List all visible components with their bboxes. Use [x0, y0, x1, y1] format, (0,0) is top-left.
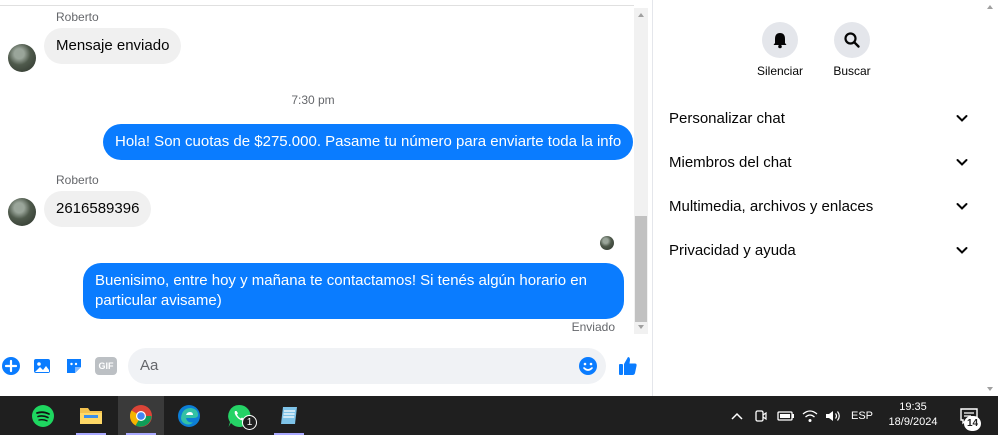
language-indicator[interactable]: ESP [848, 396, 876, 435]
time-divider: 7:30 pm [291, 93, 335, 107]
search-button[interactable] [834, 22, 870, 58]
message-outgoing[interactable]: Buenisimo, entre hoy y mañana te contact… [83, 263, 624, 319]
menu-customize-chat[interactable]: Personalizar chat [669, 96, 969, 140]
menu-chat-members[interactable]: Miembros del chat [669, 140, 969, 184]
camera-mic-icon[interactable] [752, 396, 770, 435]
sender-name: Roberto [56, 10, 99, 24]
volume-icon[interactable] [822, 396, 844, 435]
menu-privacy-help[interactable]: Privacidad y ayuda [669, 228, 969, 272]
taskbar-whatsapp[interactable]: 1 [216, 396, 262, 435]
menu-label: Privacidad y ayuda [669, 241, 796, 259]
message-composer: GIF Aa [0, 344, 650, 388]
search-label: Buscar [833, 64, 871, 78]
taskbar-spotify[interactable] [20, 396, 66, 435]
search-action[interactable]: Buscar [822, 22, 882, 78]
taskbar-chrome[interactable] [118, 396, 164, 435]
message-incoming[interactable]: Mensaje enviado [44, 28, 182, 64]
show-hidden-icons-chevron-up-icon[interactable] [728, 396, 746, 435]
clock-time: 19:35 [899, 401, 927, 413]
file-explorer-icon [80, 407, 102, 424]
image-icon[interactable] [31, 355, 53, 377]
taskbar-edge[interactable] [166, 396, 212, 435]
read-receipt-avatar [600, 236, 614, 250]
notepad-icon [281, 406, 297, 424]
scroll-thumb[interactable] [635, 216, 647, 322]
search-icon [844, 32, 860, 48]
notification-center[interactable]: 14 [954, 396, 984, 435]
taskbar-file-explorer[interactable] [68, 396, 114, 435]
menu-label: Miembros del chat [669, 153, 792, 171]
notification-badge: 1 [242, 415, 257, 430]
taskbar: 1 ESP 19:35 18/9/2024 14 [0, 396, 998, 435]
bell-button[interactable] [762, 22, 798, 58]
plus-icon[interactable] [0, 355, 22, 377]
avatar[interactable] [8, 198, 36, 226]
bell-icon [773, 33, 787, 49]
spotify-icon [32, 404, 54, 427]
chat-info-panel: Silenciar Buscar Personalizar chat Miemb… [652, 0, 982, 396]
message-status: Enviado [571, 320, 615, 334]
message-incoming[interactable]: 2616589396 [44, 191, 152, 227]
scroll-up-arrow-icon[interactable] [985, 2, 995, 12]
taskbar-notepad[interactable] [266, 396, 312, 435]
message-input[interactable]: Aa [128, 348, 606, 384]
chevron-down-icon [956, 159, 968, 166]
menu-label: Multimedia, archivos y enlaces [669, 197, 874, 215]
scroll-down-arrow-icon[interactable] [636, 322, 646, 332]
gif-icon[interactable]: GIF [95, 355, 117, 377]
notification-count-badge: 14 [964, 416, 981, 431]
chat-pane: Roberto Mensaje enviado 7:30 pm Hola! So… [0, 0, 650, 396]
gif-label: GIF [98, 361, 114, 371]
message-line: Buenisimo, entre hoy y mañana te contact… [95, 272, 587, 289]
sender-name: Roberto [56, 173, 99, 187]
scroll-down-arrow-icon[interactable] [985, 384, 995, 394]
mute-action[interactable]: Silenciar [750, 22, 810, 78]
panel-scrollbar[interactable] [982, 0, 998, 396]
chevron-down-icon [956, 115, 968, 122]
battery-icon[interactable] [776, 396, 796, 435]
edge-icon [178, 404, 200, 427]
mute-label: Silenciar [756, 64, 804, 78]
chat-header-divider [0, 0, 634, 6]
sticker-icon[interactable] [63, 355, 85, 377]
avatar[interactable] [8, 44, 36, 72]
chrome-icon [130, 404, 152, 427]
chevron-down-icon [956, 247, 968, 254]
like-thumb-icon[interactable] [617, 355, 639, 377]
chevron-down-icon [956, 203, 968, 210]
taskbar-clock[interactable]: 19:35 18/9/2024 [878, 400, 948, 430]
clock-date: 18/9/2024 [888, 416, 938, 428]
emoji-icon[interactable] [577, 355, 599, 377]
screen: Roberto Mensaje enviado 7:30 pm Hola! So… [0, 0, 998, 435]
message-line: particular avisame) [95, 292, 222, 309]
menu-label: Personalizar chat [669, 109, 785, 127]
scroll-up-arrow-icon[interactable] [636, 10, 646, 20]
menu-media-files-links[interactable]: Multimedia, archivos y enlaces [669, 184, 969, 228]
chat-scrollbar[interactable] [634, 8, 648, 334]
wifi-icon[interactable] [800, 396, 820, 435]
message-outgoing[interactable]: Hola! Son cuotas de $275.000. Pasame tu … [103, 124, 634, 160]
